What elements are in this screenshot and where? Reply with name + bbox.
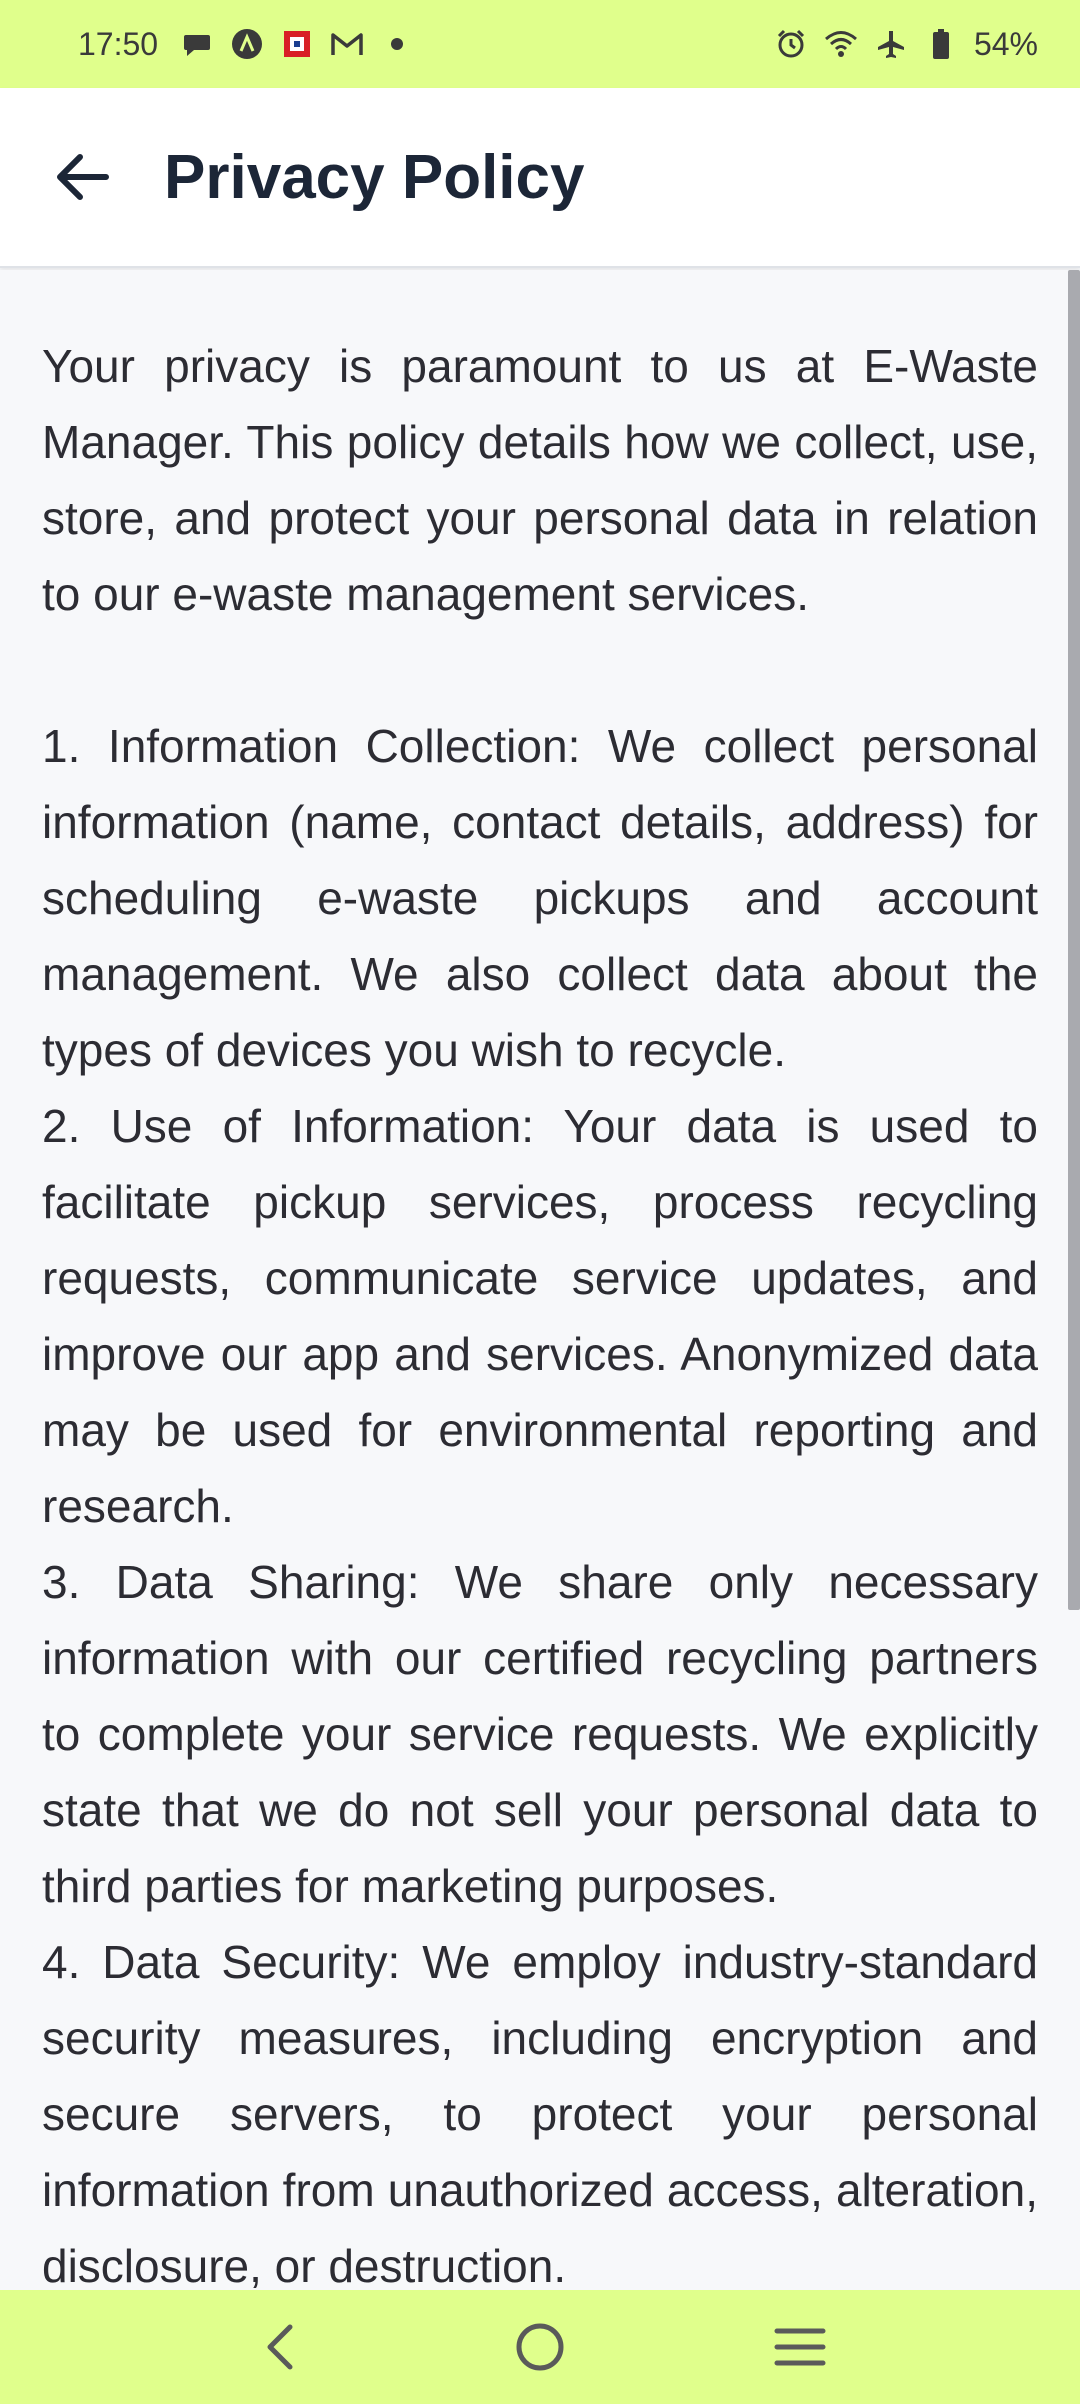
navigation-bar [0,2290,1080,2404]
nav-menu-button[interactable] [750,2297,850,2397]
status-left: 17:50 [78,26,414,63]
status-right: 54% [774,26,1038,63]
policy-item: 2. Use of Information: Your data is used… [42,1100,1038,1532]
battery-percent: 54% [973,25,1038,62]
red-app-icon [280,27,314,61]
policy-item: 1. Information Collection: We collect pe… [42,720,1038,1076]
app-bar: Privacy Policy [0,88,1080,268]
nav-back-icon [267,2324,293,2370]
gmail-icon [330,27,364,61]
nav-back-button[interactable] [230,2297,330,2397]
alarm-icon [774,27,808,61]
status-bar: 17:50 54% [0,0,1080,88]
battery-icon [924,27,958,61]
back-button[interactable] [22,117,142,237]
nav-menu-icon [774,2328,826,2366]
policy-intro: Your privacy is paramount to us at E-Was… [42,340,1038,620]
policy-item: 3. Data Sharing: We share only necessary… [42,1556,1038,1912]
dot-icon [380,27,414,61]
nav-home-button[interactable] [490,2297,590,2397]
chat-bubble-icon [180,27,214,61]
arrow-left-icon [57,154,109,200]
policy-content[interactable]: Your privacy is paramount to us at E-Was… [0,270,1080,2290]
nav-home-icon [516,2323,564,2371]
page-title: Privacy Policy [164,142,585,212]
scrollbar[interactable] [1068,270,1080,1610]
policy-text: Your privacy is paramount to us at E-Was… [0,270,1080,2290]
wifi-icon [824,27,858,61]
status-time: 17:50 [78,25,159,62]
app-a-icon [230,27,264,61]
policy-item: 4. Data Security: We employ industry-sta… [42,1936,1038,2290]
airplane-icon [874,27,908,61]
